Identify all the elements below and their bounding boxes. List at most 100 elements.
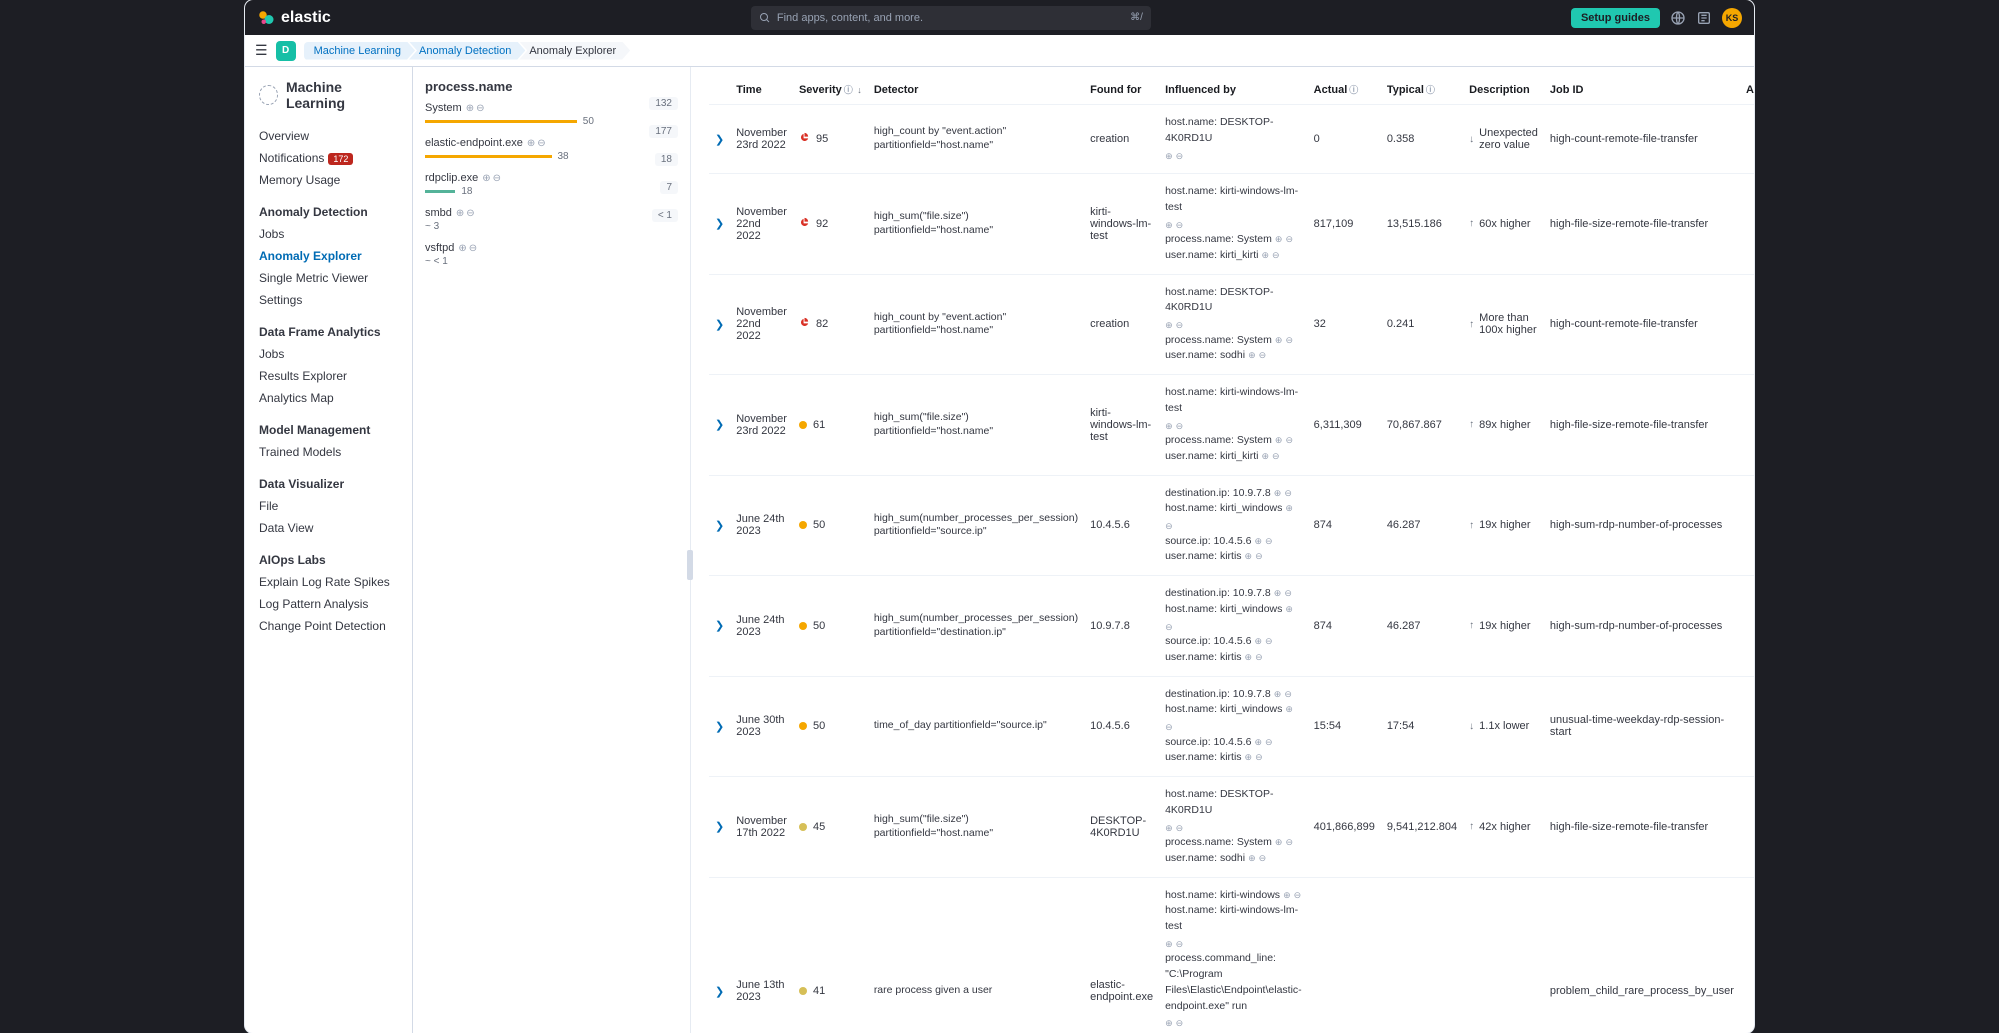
plus-filter-icon[interactable]: ⊕	[1254, 736, 1262, 750]
minus-filter-icon[interactable]: ⊖	[1272, 450, 1280, 464]
minus-filter-icon[interactable]: ⊖	[1285, 836, 1293, 850]
plus-filter-icon[interactable]: ⊕	[1248, 852, 1256, 866]
row-actions-button[interactable]	[1740, 676, 1754, 777]
expand-row-button[interactable]: ❯	[709, 676, 730, 777]
space-selector[interactable]: D	[276, 41, 296, 61]
setup-guides-button[interactable]: Setup guides	[1571, 8, 1660, 28]
sidebar-item[interactable]: Trained Models	[259, 441, 398, 463]
minus-filter-icon[interactable]: ⊖	[1255, 651, 1263, 665]
process-item[interactable]: elastic-endpoint.exe ⊕⊖ 38 177	[425, 137, 678, 162]
sidebar-item[interactable]: Overview	[259, 125, 398, 147]
breadcrumb-ml[interactable]: Machine Learning	[304, 42, 415, 60]
plus-filter-icon[interactable]: ⊕	[1261, 249, 1269, 263]
nav-toggle-icon[interactable]: ☰	[255, 42, 268, 59]
col-actual[interactable]: Actualⓘ	[1308, 75, 1381, 105]
sidebar-item[interactable]: Notifications172	[259, 147, 398, 169]
minus-filter-icon[interactable]: ⊖	[1259, 852, 1267, 866]
plus-filter-icon[interactable]: ⊕	[456, 208, 464, 219]
sidebar-item[interactable]: Results Explorer	[259, 365, 398, 387]
col-time[interactable]: Time	[730, 75, 793, 105]
plus-filter-icon[interactable]: ⊕	[1254, 535, 1262, 549]
panel-resize-handle[interactable]	[687, 550, 693, 580]
process-item[interactable]: System ⊕⊖ 50 132	[425, 102, 678, 127]
sidebar-item[interactable]: Memory Usage	[259, 169, 398, 191]
plus-filter-icon[interactable]: ⊕	[1275, 434, 1283, 448]
minus-filter-icon[interactable]: ⊖	[1165, 621, 1173, 635]
row-actions-button[interactable]	[1740, 877, 1754, 1033]
minus-filter-icon[interactable]: ⊖	[1255, 751, 1263, 765]
plus-filter-icon[interactable]: ⊕	[1254, 635, 1262, 649]
plus-filter-icon[interactable]: ⊕	[466, 103, 474, 114]
minus-filter-icon[interactable]: ⊖	[1165, 721, 1173, 735]
plus-filter-icon[interactable]: ⊕	[1245, 751, 1253, 765]
process-item[interactable]: smbd ⊕⊖ ~ 3 7	[425, 207, 678, 232]
plus-filter-icon[interactable]: ⊕	[1275, 233, 1283, 247]
expand-row-button[interactable]: ❯	[709, 576, 730, 677]
minus-filter-icon[interactable]: ⊖	[1265, 535, 1273, 549]
plus-filter-icon[interactable]: ⊕	[1275, 836, 1283, 850]
minus-filter-icon[interactable]: ⊖	[1176, 938, 1184, 952]
plus-filter-icon[interactable]: ⊕	[1165, 319, 1173, 333]
row-actions-button[interactable]	[1740, 777, 1754, 878]
sidebar-item[interactable]: Settings	[259, 289, 398, 311]
plus-filter-icon[interactable]: ⊕	[1248, 349, 1256, 363]
plus-filter-icon[interactable]: ⊕	[1165, 938, 1173, 952]
minus-filter-icon[interactable]: ⊖	[1255, 550, 1263, 564]
plus-filter-icon[interactable]: ⊕	[482, 173, 490, 184]
col-job-id[interactable]: Job ID	[1544, 75, 1740, 105]
sidebar-item[interactable]: Single Metric Viewer	[259, 267, 398, 289]
sidebar-item[interactable]: Data View	[259, 517, 398, 539]
row-actions-button[interactable]	[1740, 174, 1754, 275]
minus-filter-icon[interactable]: ⊖	[537, 138, 545, 149]
minus-filter-icon[interactable]: ⊖	[466, 208, 474, 219]
minus-filter-icon[interactable]: ⊖	[1259, 349, 1267, 363]
minus-filter-icon[interactable]: ⊖	[1176, 150, 1184, 164]
plus-filter-icon[interactable]: ⊕	[1285, 603, 1293, 617]
expand-row-button[interactable]: ❯	[709, 174, 730, 275]
process-item[interactable]: vsftpd ⊕⊖ ~ < 1 < 1	[425, 242, 678, 267]
minus-filter-icon[interactable]: ⊖	[1265, 635, 1273, 649]
col-typical[interactable]: Typicalⓘ	[1381, 75, 1463, 105]
minus-filter-icon[interactable]: ⊖	[1284, 688, 1292, 702]
minus-filter-icon[interactable]: ⊖	[1176, 420, 1184, 434]
expand-row-button[interactable]: ❯	[709, 777, 730, 878]
expand-row-button[interactable]: ❯	[709, 375, 730, 476]
col-found-for[interactable]: Found for	[1084, 75, 1159, 105]
expand-row-button[interactable]: ❯	[709, 105, 730, 174]
minus-filter-icon[interactable]: ⊖	[1176, 219, 1184, 233]
col-detector[interactable]: Detector	[868, 75, 1084, 105]
minus-filter-icon[interactable]: ⊖	[469, 243, 477, 254]
col-influenced-by[interactable]: Influenced by	[1159, 75, 1308, 105]
minus-filter-icon[interactable]: ⊖	[1265, 736, 1273, 750]
plus-filter-icon[interactable]: ⊕	[1285, 703, 1293, 717]
minus-filter-icon[interactable]: ⊖	[1285, 334, 1293, 348]
minus-filter-icon[interactable]: ⊖	[1165, 520, 1173, 534]
minus-filter-icon[interactable]: ⊖	[1294, 889, 1302, 903]
plus-filter-icon[interactable]: ⊕	[1275, 334, 1283, 348]
col-severity[interactable]: Severityⓘ ↓	[793, 75, 868, 105]
minus-filter-icon[interactable]: ⊖	[476, 103, 484, 114]
row-actions-button[interactable]	[1740, 375, 1754, 476]
sidebar-item[interactable]: Jobs	[259, 223, 398, 245]
row-actions-button[interactable]	[1740, 274, 1754, 375]
global-search[interactable]: Find apps, content, and more. ⌘/	[751, 6, 1151, 30]
expand-row-button[interactable]: ❯	[709, 274, 730, 375]
minus-filter-icon[interactable]: ⊖	[1284, 587, 1292, 601]
plus-filter-icon[interactable]: ⊕	[1261, 450, 1269, 464]
sidebar-item[interactable]: Change Point Detection	[259, 615, 398, 637]
row-actions-button[interactable]	[1740, 576, 1754, 677]
minus-filter-icon[interactable]: ⊖	[1176, 319, 1184, 333]
info-icon[interactable]: ⓘ	[1426, 85, 1435, 95]
expand-row-button[interactable]: ❯	[709, 475, 730, 576]
plus-filter-icon[interactable]: ⊕	[1274, 587, 1282, 601]
plus-filter-icon[interactable]: ⊕	[1245, 651, 1253, 665]
plus-filter-icon[interactable]: ⊕	[1165, 822, 1173, 836]
sidebar-item[interactable]: File	[259, 495, 398, 517]
elastic-logo[interactable]: elastic	[257, 9, 331, 27]
minus-filter-icon[interactable]: ⊖	[1285, 434, 1293, 448]
plus-filter-icon[interactable]: ⊕	[1274, 487, 1282, 501]
minus-filter-icon[interactable]: ⊖	[1176, 822, 1184, 836]
plus-filter-icon[interactable]: ⊕	[1165, 219, 1173, 233]
plus-filter-icon[interactable]: ⊕	[1283, 889, 1291, 903]
col-description[interactable]: Description	[1463, 75, 1544, 105]
